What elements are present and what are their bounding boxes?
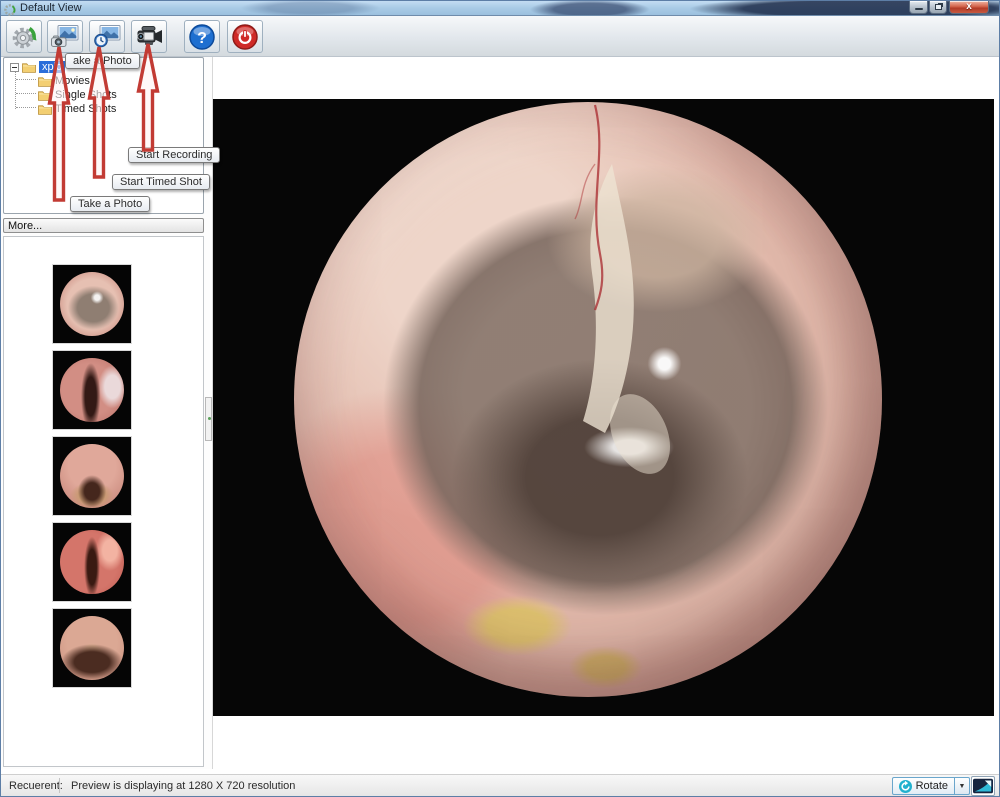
thumbnail-throat[interactable] [53, 609, 131, 687]
vocal-cords-thumbnail [60, 444, 124, 508]
tooltip-take-a-photo: ake a Photo [65, 53, 140, 69]
restore-button[interactable] [929, 1, 947, 14]
camera-photo-icon [50, 23, 80, 51]
folder-icon [22, 62, 36, 73]
help-button[interactable]: ? [184, 20, 220, 53]
thumbnail-vocal-cords[interactable] [53, 437, 131, 515]
tree-item-label[interactable]: Single Shots [55, 89, 117, 101]
tree-item-label[interactable]: Timed Shots [55, 103, 116, 115]
chevron-down-icon: ▼ [959, 783, 966, 790]
more-button[interactable]: More... [3, 218, 204, 233]
rotate-dropdown-button[interactable]: ▼ [955, 777, 970, 795]
thumbnail-eardrum[interactable] [53, 265, 131, 343]
tree-connector [16, 79, 36, 80]
tree-connector [16, 93, 36, 94]
tree-connector [15, 70, 16, 109]
tree-root-label[interactable]: xplo [39, 61, 65, 73]
status-field-label: Recuerent: [9, 780, 63, 792]
rotate-label: Rotate [916, 780, 948, 792]
folder-icon [38, 76, 52, 87]
rotate-icon [899, 780, 912, 793]
status-bar: Recuerent: Preview is displaying at 1280… [1, 774, 999, 796]
thumbnail-nasal-cavity[interactable] [53, 523, 131, 601]
sidebar: xplo Movies Single Shots [1, 57, 212, 769]
eardrum-detail-overlay [294, 102, 882, 697]
minimize-button[interactable] [909, 1, 928, 14]
tree-node-root[interactable]: xplo [10, 60, 65, 74]
application-window: Default View x [0, 0, 1000, 797]
nasal-cavity-thumbnail [60, 530, 124, 594]
eardrum-thumbnail [60, 272, 124, 336]
thumbnail-nasal-passage[interactable] [53, 351, 131, 429]
tree-connector [16, 107, 36, 108]
folder-icon [38, 104, 52, 115]
splitter-handle[interactable] [205, 397, 212, 441]
app-icon [4, 3, 16, 15]
settings-button[interactable] [6, 20, 42, 53]
preview-area [213, 99, 994, 716]
clock-photo-icon [92, 23, 122, 51]
status-separator [59, 778, 60, 793]
tree-item-label[interactable]: Movies [55, 75, 90, 87]
label-start-timed-shot: Start Timed Shot [112, 174, 210, 190]
gear-refresh-icon [10, 23, 38, 51]
record-button[interactable] [131, 20, 167, 53]
exit-button[interactable] [227, 20, 263, 53]
window-title: Default View [20, 2, 82, 14]
tree-node-movies[interactable]: Movies [38, 74, 90, 88]
tree-node-timed-shots[interactable]: Timed Shots [38, 102, 116, 116]
tree-node-single-shots[interactable]: Single Shots [38, 88, 117, 102]
minimize-icon [915, 8, 923, 10]
folder-tree: xplo Movies Single Shots [3, 57, 204, 214]
close-button[interactable]: x [949, 1, 989, 14]
close-icon: x [966, 2, 972, 12]
rotate-button[interactable]: Rotate [892, 777, 955, 795]
status-message: Preview is displaying at 1280 X 720 reso… [71, 780, 295, 792]
folder-icon [38, 90, 52, 101]
thumbnail-panel [3, 236, 204, 767]
display-icon [973, 778, 993, 794]
nasal-passage-thumbnail [60, 358, 124, 422]
power-icon [231, 23, 259, 51]
main-area [213, 57, 1000, 769]
timed-shot-button[interactable] [89, 20, 125, 53]
collapse-icon[interactable] [10, 63, 19, 72]
label-take-a-photo: Take a Photo [70, 196, 150, 212]
toolbar: ? [1, 16, 999, 57]
throat-epiglottis-thumbnail [60, 616, 124, 680]
restore-icon [935, 4, 942, 10]
label-start-recording: Start Recording [128, 147, 220, 163]
otoscope-image [294, 102, 882, 697]
take-photo-button[interactable] [47, 20, 83, 53]
help-question-icon: ? [188, 23, 216, 51]
window-controls: x [909, 1, 989, 15]
display-toggle-button[interactable] [971, 776, 995, 796]
title-bar: Default View x [1, 1, 999, 16]
camcorder-icon [133, 23, 165, 51]
svg-text:?: ? [197, 30, 207, 47]
